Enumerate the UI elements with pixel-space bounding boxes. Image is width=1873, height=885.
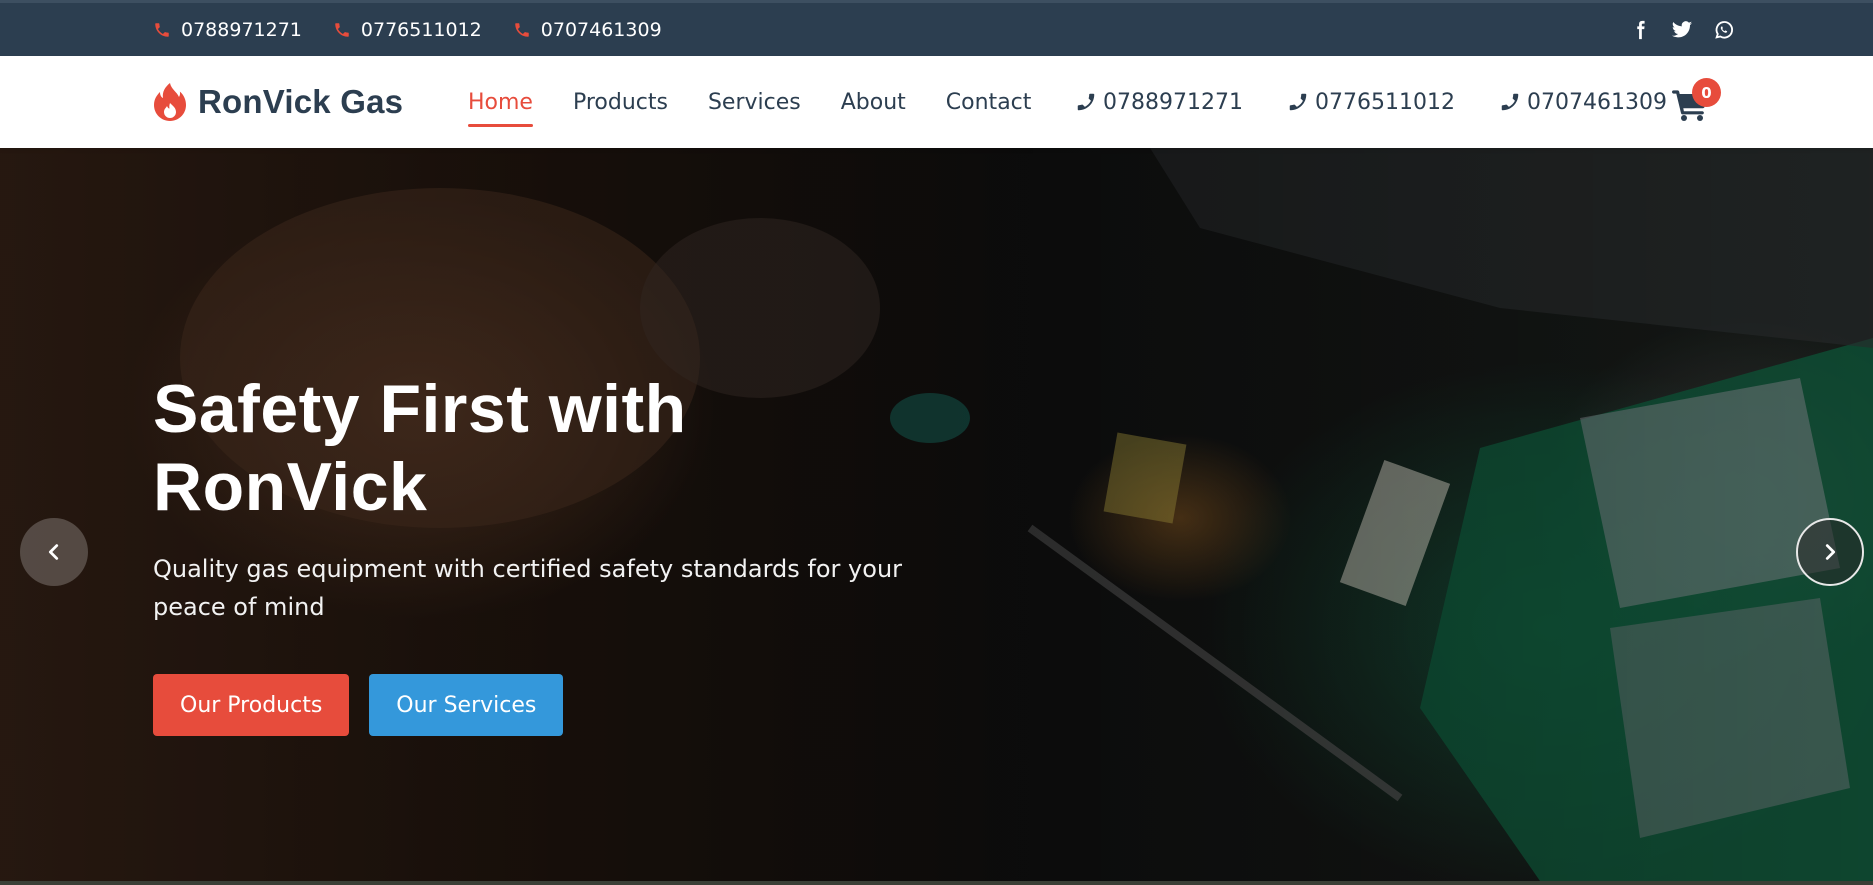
header-phone-number: 0788971271 — [1103, 89, 1243, 115]
header-phone-3[interactable]: 0707461309 — [1499, 90, 1667, 115]
our-products-button[interactable]: Our Products — [153, 674, 350, 736]
facebook-icon[interactable] — [1629, 19, 1651, 41]
header-phone-number: 0707461309 — [1526, 89, 1667, 115]
hero-slider: Safety First with RonVick Quality gas eq… — [0, 148, 1873, 881]
phone-icon — [333, 21, 351, 39]
whatsapp-icon[interactable] — [1713, 19, 1735, 41]
nav-contact[interactable]: Contact — [946, 84, 1032, 121]
header-phone-1[interactable]: 0788971271 — [1075, 90, 1243, 115]
chevron-left-icon — [48, 544, 59, 560]
flame-icon — [152, 81, 188, 123]
brand-logo[interactable]: RonVick Gas — [152, 78, 403, 126]
nav-home[interactable]: Home — [468, 84, 533, 127]
cart-button[interactable]: 0 — [1670, 78, 1721, 126]
nav-services[interactable]: Services — [708, 84, 801, 121]
topbar-phone-number: 0776511012 — [360, 18, 482, 41]
topbar-phone-number: 0707461309 — [540, 18, 662, 41]
phone-icon — [1287, 91, 1309, 113]
hero-title: Safety First with RonVick — [153, 371, 687, 525]
main-nav: Home Products Services About Contact — [468, 56, 1071, 148]
hero-buttons: Our Products Our Services — [153, 674, 953, 736]
main-header: RonVick Gas Home Products Services About… — [0, 56, 1873, 148]
our-services-button[interactable]: Our Services — [369, 674, 564, 736]
phone-icon — [1499, 91, 1521, 113]
top-bar: 0788971271 0776511012 0707461309 — [0, 0, 1873, 56]
phone-icon — [1075, 91, 1097, 113]
header-phone-number: 0776511012 — [1314, 89, 1455, 115]
nav-products[interactable]: Products — [573, 84, 668, 121]
brand-name: RonVick Gas — [198, 83, 404, 120]
nav-about[interactable]: About — [841, 84, 906, 121]
topbar-phone-3[interactable]: 0707461309 — [513, 19, 662, 41]
slider-next-button[interactable] — [1796, 518, 1864, 586]
header-phones: 0788971271 0776511012 0707461309 — [1075, 56, 1667, 148]
hero-content: Safety First with RonVick Quality gas eq… — [153, 370, 953, 736]
social-links — [1629, 3, 1735, 56]
phone-icon — [513, 21, 531, 39]
slider-prev-button[interactable] — [20, 518, 88, 586]
hero-bottom-divider — [0, 881, 1873, 885]
topbar-phone-number: 0788971271 — [181, 18, 302, 41]
topbar-phone-1[interactable]: 0788971271 — [153, 19, 302, 41]
topbar-phones: 0788971271 0776511012 0707461309 — [153, 3, 662, 56]
phone-icon — [153, 21, 171, 39]
hero-subtitle: Quality gas equipment with certified saf… — [153, 555, 903, 621]
cart-count-badge: 0 — [1692, 78, 1721, 107]
topbar-phone-2[interactable]: 0776511012 — [333, 19, 482, 41]
twitter-icon[interactable] — [1671, 19, 1693, 41]
header-phone-2[interactable]: 0776511012 — [1287, 90, 1455, 115]
chevron-right-icon — [1825, 544, 1836, 560]
